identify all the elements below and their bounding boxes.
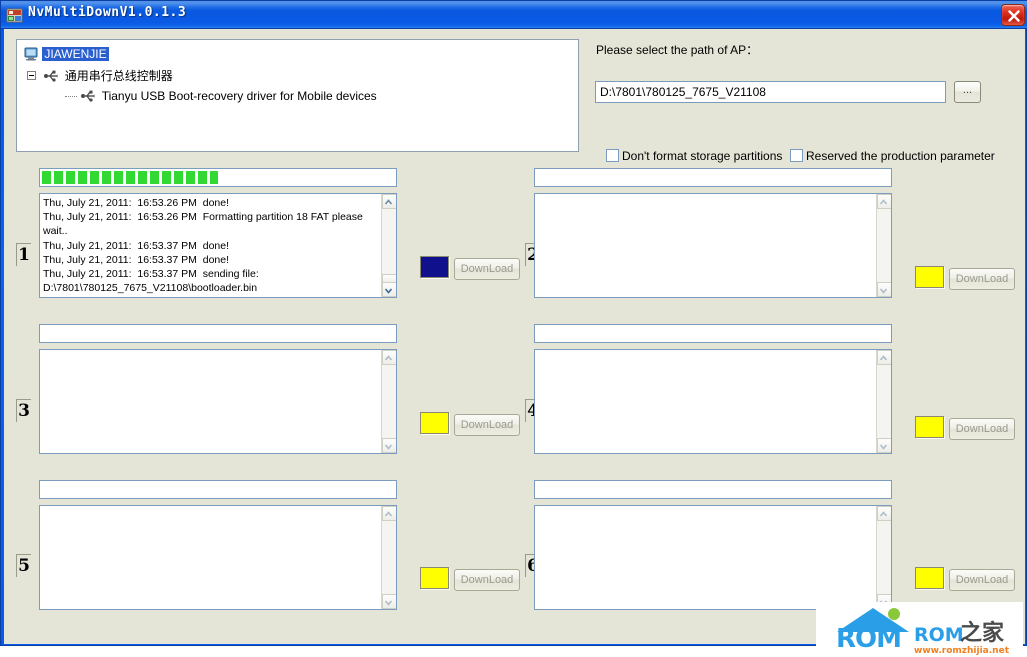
scroll-down-icon[interactable]: [877, 438, 891, 453]
browse-button[interactable]: ...: [954, 81, 981, 103]
tree-node-root[interactable]: JIAWENJIE: [23, 46, 109, 62]
ap-path-label: Please select the path of AP：: [596, 43, 759, 57]
application-window: NvMultiDownV1.0.1.3 JIAWENJIE 通用串行总线控制器 …: [0, 0, 1027, 657]
usb-icon: [80, 88, 96, 104]
log-box-3[interactable]: [39, 349, 397, 454]
application-icon: [6, 7, 23, 24]
close-icon: [1008, 10, 1020, 22]
progress-bar-2: [534, 168, 892, 187]
scroll-down-icon[interactable]: [382, 438, 396, 453]
log-box-5[interactable]: [39, 505, 397, 610]
progress-bar-6: [534, 480, 892, 499]
tree-node-controller[interactable]: 通用串行总线控制器: [27, 67, 175, 84]
log-scrollbar-2[interactable]: [876, 194, 891, 297]
tree-node-controller-label: 通用串行总线控制器: [64, 69, 173, 83]
ap-path-input[interactable]: D:\7801\780125_7675_V21108: [595, 81, 946, 103]
watermark-url: www.romzhijia.net: [914, 646, 1009, 656]
status-led-yellow-3: [420, 412, 449, 434]
status-led-yellow-2: [915, 266, 944, 288]
checkbox-dont-format-storage-label: Don't format storage partitions: [622, 149, 783, 163]
watermark-brand-rom: ROM: [914, 624, 964, 646]
window-title: NvMultiDownV1.0.1.3: [28, 5, 187, 20]
tree-node-device[interactable]: Tianyu USB Boot-recovery driver for Mobi…: [65, 88, 379, 104]
status-led-navy-1: [420, 256, 449, 278]
download-button-2[interactable]: DownLoad: [949, 268, 1015, 290]
download-button-5[interactable]: DownLoad: [454, 569, 520, 591]
download-button-1[interactable]: DownLoad: [454, 258, 520, 280]
scroll-up-icon[interactable]: [382, 506, 396, 521]
log-box-2[interactable]: [534, 193, 892, 298]
scroll-down-icon[interactable]: [382, 282, 396, 297]
log-box-6[interactable]: [534, 505, 892, 610]
log-scrollbar-1[interactable]: [381, 194, 396, 297]
download-button-4[interactable]: DownLoad: [949, 418, 1015, 440]
progress-bar-4: [534, 324, 892, 343]
progress-bar-1: [39, 168, 397, 187]
download-button-6[interactable]: DownLoad: [949, 569, 1015, 591]
log-scrollbar-6[interactable]: [876, 506, 891, 609]
checkbox-box-icon[interactable]: [790, 149, 803, 162]
slot-number-1: 1: [16, 243, 31, 266]
status-led-yellow-4: [915, 416, 944, 438]
scroll-up-icon[interactable]: [877, 350, 891, 365]
tree-expander-icon[interactable]: [27, 71, 36, 80]
watermark-logo-text: ROM: [836, 624, 902, 654]
scroll-up-icon[interactable]: [877, 506, 891, 521]
log-box-1[interactable]: Thu, July 21, 2011: 16:53.26 PM done! Th…: [39, 193, 397, 298]
checkbox-reserved-production-parameter[interactable]: Reserved the production parameter: [790, 149, 995, 163]
scroll-down-icon[interactable]: [382, 594, 396, 609]
scroll-up-icon[interactable]: [382, 194, 396, 209]
checkbox-box-icon[interactable]: [606, 149, 619, 162]
progress-bar-5: [39, 480, 397, 499]
status-led-yellow-6: [915, 567, 944, 589]
watermark-logo: ROM ROM 之家 www.romzhijia.net: [816, 602, 1023, 657]
progress-bar-fill-1: [42, 171, 218, 184]
download-button-3[interactable]: DownLoad: [454, 414, 520, 436]
usb-icon: [43, 68, 59, 84]
tree-node-device-label: Tianyu USB Boot-recovery driver for Mobi…: [101, 89, 377, 103]
computer-icon: [23, 46, 39, 62]
scroll-down-icon[interactable]: [877, 282, 891, 297]
progress-bar-3: [39, 324, 397, 343]
checkbox-reserved-production-parameter-label: Reserved the production parameter: [806, 149, 995, 163]
log-text-1: Thu, July 21, 2011: 16:53.26 PM done! Th…: [43, 197, 363, 295]
slot-number-3: 3: [16, 399, 31, 422]
scroll-up-icon[interactable]: [382, 350, 396, 365]
log-scrollbar-5[interactable]: [381, 506, 396, 609]
tree-connector-line: [65, 95, 77, 97]
client-area: JIAWENJIE 通用串行总线控制器 Tianyu USB Boot-reco…: [4, 29, 1025, 657]
scroll-up-icon[interactable]: [877, 194, 891, 209]
log-box-4[interactable]: [534, 349, 892, 454]
device-tree[interactable]: JIAWENJIE 通用串行总线控制器 Tianyu USB Boot-reco…: [16, 39, 579, 152]
checkbox-dont-format-storage[interactable]: Don't format storage partitions: [606, 149, 782, 163]
log-scrollbar-4[interactable]: [876, 350, 891, 453]
watermark-brand-cn: 之家: [960, 621, 1005, 646]
status-led-yellow-5: [420, 567, 449, 589]
close-button[interactable]: [1001, 4, 1025, 26]
log-scrollbar-3[interactable]: [381, 350, 396, 453]
title-bar: NvMultiDownV1.0.1.3: [1, 1, 1027, 29]
slot-number-5: 5: [16, 554, 31, 577]
tree-node-root-label: JIAWENJIE: [42, 47, 109, 61]
